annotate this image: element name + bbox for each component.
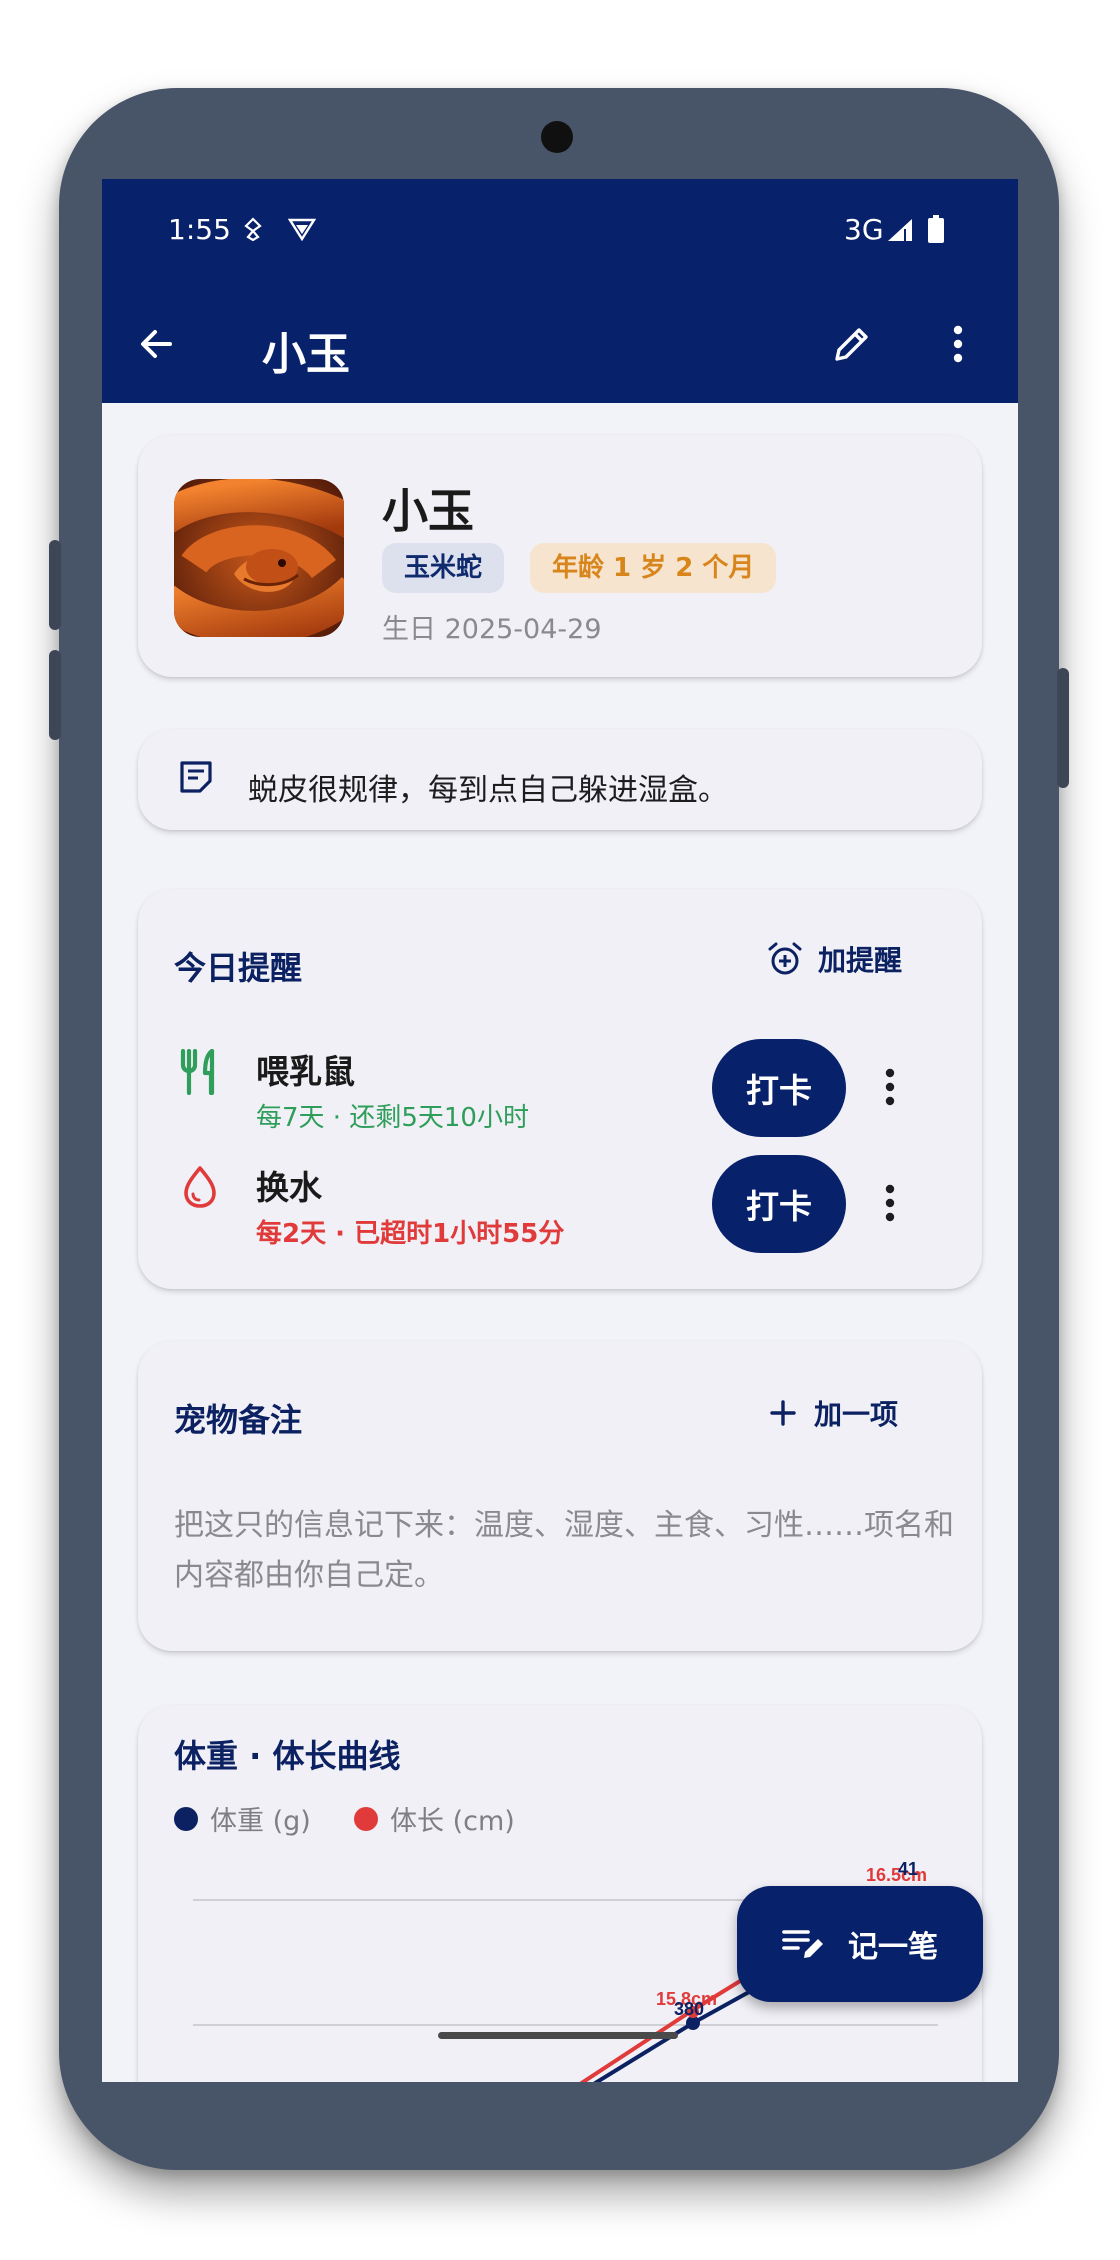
reminder-more-button-feed[interactable]: [870, 1057, 910, 1117]
back-button[interactable]: [122, 310, 190, 378]
add-record-fab[interactable]: 记一笔: [737, 1886, 983, 2002]
pet-notes-title: 宠物备注: [174, 1401, 303, 1439]
page-title: 小玉: [262, 329, 350, 380]
age-chip: 年龄 1 岁 2 个月: [530, 543, 777, 593]
add-note-item-label: 加一项: [814, 1398, 899, 1431]
shield-icon: [287, 217, 317, 245]
status-time: 1:55: [168, 213, 231, 246]
power-button: [1057, 668, 1069, 788]
battery-icon: [928, 215, 944, 247]
more-options-button[interactable]: [928, 310, 988, 378]
reminders-card: 今日提醒 加提醒 喂乳鼠 每7天 · 还剩5天10小时 打卡 换水 每2天 · …: [138, 889, 982, 1289]
signal-icon: [886, 217, 914, 247]
add-reminder-label: 加提醒: [818, 944, 903, 977]
reminder-title-feed: 喂乳鼠: [256, 1052, 355, 1091]
note-text: 蜕皮很规律，每到点自己躲进湿盒。: [248, 773, 728, 808]
pet-avatar[interactable]: [174, 479, 344, 637]
pet-notes-placeholder: 把这只的信息记下来：温度、湿度、主食、习性……项名和内容都由你自己定。: [174, 1508, 954, 1593]
volume-down-button: [49, 650, 61, 740]
weight-data-label-2: 41: [898, 1859, 918, 1879]
plus-icon: [770, 1400, 796, 1426]
add-reminder-button[interactable]: 加提醒: [766, 939, 902, 979]
alarm-add-icon: [768, 942, 802, 975]
app-screen: 1:55 3G 小玉 小玉 玉米蛇 年龄 1 岁 2 个月 生日 2025-04…: [102, 179, 1018, 2082]
pet-notes-card: 宠物备注 加一项 把这只的信息记下来：温度、湿度、主食、习性……项名和内容都由你…: [138, 1341, 982, 1651]
profile-card: 小玉 玉米蛇 年龄 1 岁 2 个月 生日 2025-04-29: [138, 435, 982, 677]
front-camera: [541, 121, 573, 153]
edit-button[interactable]: [818, 310, 886, 378]
checkin-button-water[interactable]: 打卡: [712, 1155, 846, 1253]
species-chip: 玉米蛇: [382, 543, 505, 593]
fab-label: 记一笔: [848, 1930, 938, 1965]
weight-data-label-1: 380: [674, 1999, 704, 2019]
volume-up-button: [49, 540, 61, 630]
reminder-subtitle-feed: 每7天 · 还剩5天10小时: [256, 1103, 529, 1133]
add-note-item-button[interactable]: 加一项: [766, 1393, 898, 1433]
birthday-text: 生日 2025-04-29: [382, 614, 602, 645]
checkin-button-feed[interactable]: 打卡: [712, 1039, 846, 1137]
edit-note-icon: [782, 1930, 823, 1958]
gesture-nav-bar[interactable]: [438, 2032, 678, 2039]
notification-icon: [242, 217, 264, 245]
more-vert-icon: [953, 325, 963, 363]
arrow-left-icon: [141, 330, 172, 358]
reminder-subtitle-water: 每2天 · 已超时1小时55分: [256, 1219, 565, 1249]
note-icon: [178, 759, 214, 799]
water-drop-icon: [180, 1165, 220, 1213]
fork-knife-icon: [178, 1048, 222, 1099]
pencil-icon: [835, 328, 868, 361]
reminder-more-button-water[interactable]: [870, 1173, 910, 1233]
status-bar: 1:55 3G: [102, 179, 1018, 284]
note-card[interactable]: 蜕皮很规律，每到点自己躲进湿盒。: [138, 729, 982, 830]
app-bar: 小玉: [102, 284, 1018, 403]
network-type: 3G: [844, 213, 884, 246]
more-vert-icon: [885, 1068, 895, 1106]
more-vert-icon: [885, 1184, 895, 1222]
reminders-title: 今日提醒: [174, 949, 303, 987]
reminder-title-water: 换水: [256, 1168, 322, 1207]
pet-name: 小玉: [382, 484, 474, 538]
